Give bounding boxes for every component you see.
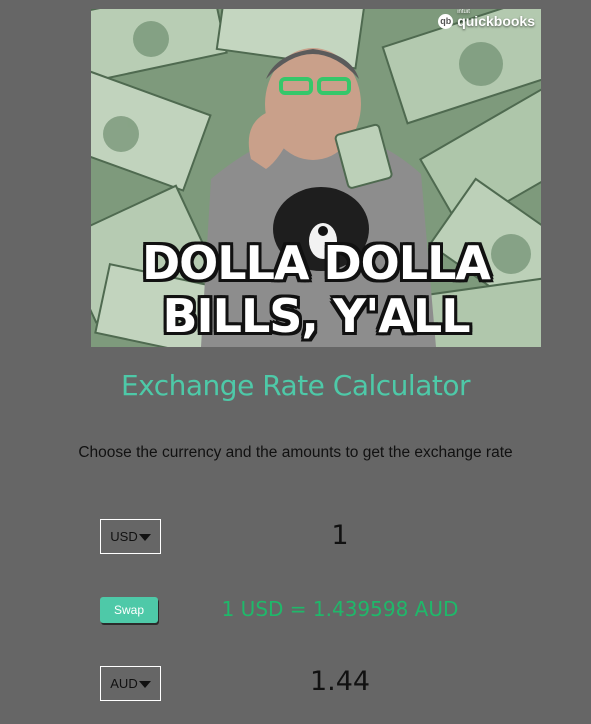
meme-caption-line-1: DOLLA DOLLA [141, 236, 491, 290]
brand-small-text: intuit [457, 9, 470, 15]
currency-one-amount-input[interactable]: 1 [230, 520, 450, 551]
exchange-rate-text: 1 USD = 1.439598 AUD [221, 597, 459, 621]
quickbooks-logo: qb intuit quickbooks [438, 9, 535, 29]
caret-down-icon [138, 680, 151, 688]
hero-image: qb intuit quickbooks DOLLA DOLLA BILLS, … [91, 9, 541, 347]
meme-caption-line-2: BILLS, Y'ALL [162, 289, 470, 343]
caret-down-icon [138, 533, 151, 541]
page-title: Exchange Rate Calculator [120, 369, 471, 402]
currency-two-amount-input[interactable]: 1.44 [230, 666, 450, 697]
currency-one-code: USD [110, 529, 138, 544]
page-subtitle: Choose the currency and the amounts to g… [78, 444, 513, 461]
quickbooks-badge-icon: qb [438, 13, 454, 29]
currency-two-select[interactable]: AUD [100, 666, 161, 701]
swap-button[interactable]: Swap [100, 597, 158, 623]
brand-name: quickbooks [457, 13, 535, 29]
currency-one-select[interactable]: USD [100, 519, 161, 554]
currency-two-code: AUD [110, 676, 138, 691]
